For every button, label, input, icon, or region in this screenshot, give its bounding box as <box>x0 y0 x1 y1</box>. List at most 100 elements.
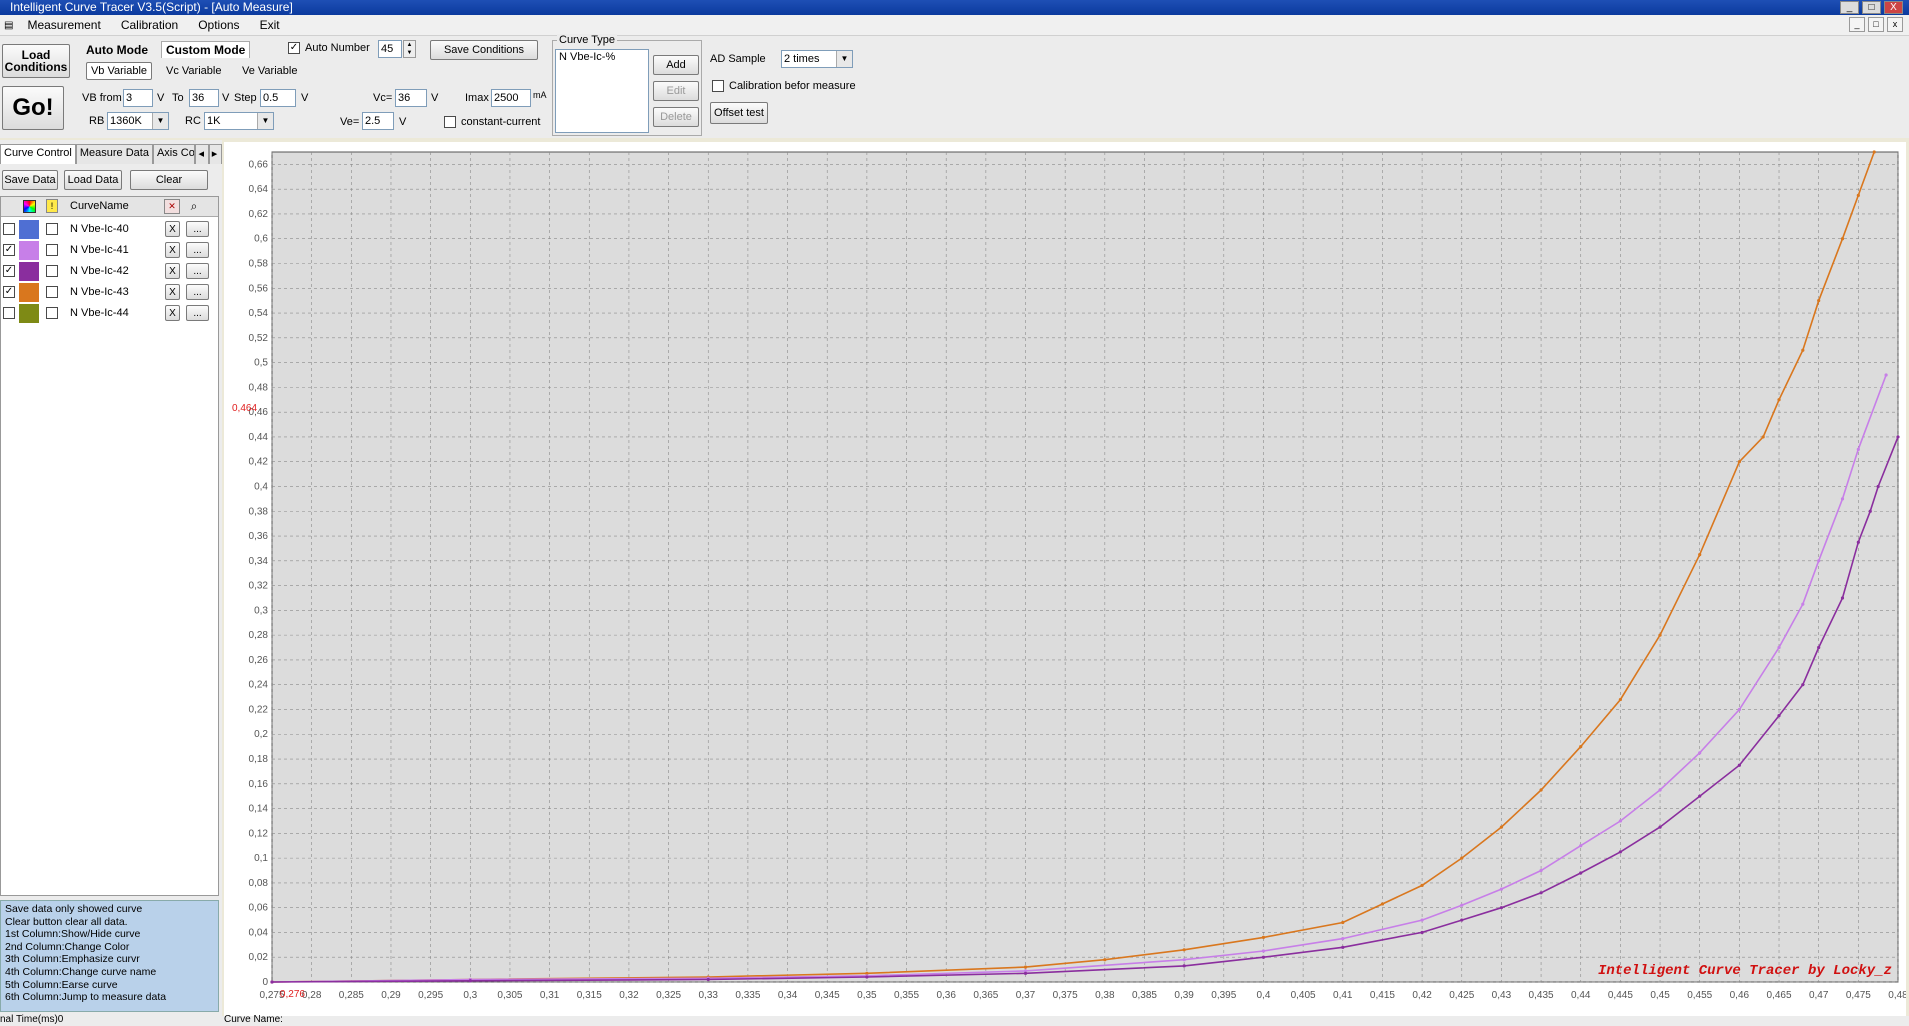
curve-name[interactable]: N Vbe-Ic-40 <box>70 223 129 235</box>
vc-variable-tab[interactable]: Vc Variable <box>166 65 221 77</box>
curve-name-header: CurveName <box>70 200 129 212</box>
imax-input[interactable]: 2500 <box>491 89 531 107</box>
y-tick-label: 0,3 <box>254 605 268 616</box>
tab-scroll-right-icon[interactable]: ▸ <box>208 144 222 164</box>
rb-select[interactable]: 1360K ▼ <box>107 112 169 130</box>
cursor-x-label: 0,276 <box>280 989 305 1000</box>
curve-name[interactable]: N Vbe-Ic-41 <box>70 244 129 256</box>
curve-color-swatch[interactable] <box>19 241 39 260</box>
curve-row[interactable]: N Vbe-Ic-40 X... <box>1 219 218 240</box>
curve-row[interactable]: ✓ N Vbe-Ic-42 X... <box>1 261 218 282</box>
vbe-ic-chart[interactable]: 0,275 0,28 0,285 0,29 0,295 0,3 0,305 0,31 0,315… <box>224 142 1908 1022</box>
menu-calibration[interactable]: Calibration <box>111 18 188 32</box>
ve-input[interactable]: 2.5 <box>362 112 394 130</box>
maximize-button[interactable]: □ <box>1862 1 1881 14</box>
vb-variable-tab[interactable]: Vb Variable <box>86 62 152 80</box>
curve-type-list[interactable]: N Vbe-Ic-% <box>555 49 649 133</box>
tab-curve-control[interactable]: Curve Control <box>0 144 76 164</box>
ve-variable-tab[interactable]: Ve Variable <box>242 65 297 77</box>
to-input[interactable]: 36 <box>189 89 219 107</box>
ad-sample-select[interactable]: 2 times ▼ <box>781 50 853 68</box>
curve-row[interactable]: ✓ N Vbe-Ic-41 X... <box>1 240 218 261</box>
curve-name[interactable]: N Vbe-Ic-42 <box>70 265 129 277</box>
mdi-restore-button[interactable]: □ <box>1868 17 1884 32</box>
load-data-button[interactable]: Load Data <box>64 170 122 190</box>
jump-to-data-button[interactable]: ... <box>186 305 209 321</box>
show-curve-checkbox[interactable] <box>3 223 15 235</box>
jump-to-data-button[interactable]: ... <box>186 284 209 300</box>
erase-curve-button[interactable]: X <box>165 284 180 300</box>
watermark-text: Intelligent Curve Tracer by Locky_z <box>1598 963 1892 979</box>
mdi-minimize-button[interactable]: _ <box>1849 17 1865 32</box>
load-conditions-button[interactable]: Load Conditions <box>2 44 70 78</box>
auto-number-checkbox[interactable]: ✓ <box>288 42 300 54</box>
constant-current-checkbox[interactable] <box>444 116 456 128</box>
emphasize-curve-checkbox[interactable] <box>46 223 58 235</box>
show-curve-checkbox[interactable] <box>3 307 15 319</box>
curve-type-item[interactable]: N Vbe-Ic-% <box>556 50 648 64</box>
jump-to-data-button[interactable]: ... <box>186 242 209 258</box>
show-curve-checkbox[interactable]: ✓ <box>3 286 15 298</box>
show-curve-checkbox[interactable]: ✓ <box>3 265 15 277</box>
x-tick-label: 0,285 <box>339 990 364 1001</box>
curve-color-swatch[interactable] <box>19 262 39 281</box>
erase-curve-button[interactable]: X <box>165 242 180 258</box>
clear-button[interactable]: Clear <box>130 170 208 190</box>
y-tick-label: 0,08 <box>249 878 269 889</box>
conditions-toolbar: Load Conditions Go! Auto Mode Custom Mod… <box>0 34 1909 138</box>
x-tick-label: 0,435 <box>1529 990 1554 1001</box>
curve-row[interactable]: ✓ N Vbe-Ic-43 X... <box>1 282 218 303</box>
vc-input[interactable]: 36 <box>395 89 427 107</box>
chart-area[interactable]: 0,275 0,28 0,285 0,29 0,295 0,3 0,305 0,31 0,315… <box>224 142 1908 1022</box>
emphasize-curve-checkbox[interactable] <box>46 244 58 256</box>
emphasize-curve-checkbox[interactable] <box>46 307 58 319</box>
save-conditions-button[interactable]: Save Conditions <box>430 40 538 60</box>
curve-name[interactable]: N Vbe-Ic-44 <box>70 307 129 319</box>
y-tick-label: 0,42 <box>249 457 269 468</box>
menu-measurement[interactable]: Measurement <box>17 18 110 32</box>
help-line: Save data only showed curve <box>5 903 143 915</box>
auto-mode-tab[interactable]: Auto Mode <box>86 43 148 57</box>
go-button[interactable]: Go! <box>2 86 64 130</box>
menu-exit[interactable]: Exit <box>250 18 290 32</box>
auto-number-input[interactable]: 45 <box>378 40 402 58</box>
emphasize-curve-checkbox[interactable] <box>46 286 58 298</box>
x-tick-label: 0,48 <box>1888 990 1906 1001</box>
curve-row[interactable]: N Vbe-Ic-44 X... <box>1 303 218 324</box>
calibration-before-checkbox[interactable] <box>712 80 724 92</box>
erase-curve-button[interactable]: X <box>165 221 180 237</box>
erase-curve-button[interactable]: X <box>165 263 180 279</box>
ve-label: Ve= <box>340 116 360 128</box>
tab-axis-control[interactable]: Axis Co <box>152 144 196 164</box>
x-tick-label: 0,325 <box>656 990 681 1001</box>
tab-measure-data[interactable]: Measure Data <box>75 144 153 164</box>
emphasize-curve-checkbox[interactable] <box>46 265 58 277</box>
save-data-button[interactable]: Save Data <box>2 170 58 190</box>
menu-options[interactable]: Options <box>188 18 249 32</box>
erase-curve-button[interactable]: X <box>165 305 180 321</box>
edit-curve-type-button[interactable]: Edit <box>653 81 699 101</box>
step-input[interactable]: 0.5 <box>260 89 296 107</box>
curve-color-swatch[interactable] <box>19 304 39 323</box>
curve-color-swatch[interactable] <box>19 220 39 239</box>
data-point <box>1499 825 1504 829</box>
curve-color-swatch[interactable] <box>19 283 39 302</box>
y-tick-label: 0,62 <box>249 209 269 220</box>
help-line: 3th Column:Emphasize curvr <box>5 953 140 966</box>
show-curve-checkbox[interactable]: ✓ <box>3 244 15 256</box>
offset-test-button[interactable]: Offset test <box>710 102 768 124</box>
auto-number-spinner[interactable]: ▲ ▼ <box>403 40 416 58</box>
custom-mode-tab[interactable]: Custom Mode <box>161 41 251 58</box>
delete-curve-type-button[interactable]: Delete <box>653 107 699 127</box>
jump-to-data-button[interactable]: ... <box>186 221 209 237</box>
mdi-close-button[interactable]: x <box>1887 17 1903 32</box>
curve-name[interactable]: N Vbe-Ic-43 <box>70 286 129 298</box>
rc-select[interactable]: 1K ▼ <box>204 112 274 130</box>
close-button[interactable]: X <box>1884 1 1903 14</box>
jump-to-data-button[interactable]: ... <box>186 263 209 279</box>
vb-from-input[interactable]: 3 <box>123 89 153 107</box>
add-curve-type-button[interactable]: Add <box>653 55 699 75</box>
tab-scroll-left-icon[interactable]: ◂ <box>195 144 209 164</box>
data-point <box>1460 918 1464 922</box>
minimize-button[interactable]: _ <box>1840 1 1859 14</box>
